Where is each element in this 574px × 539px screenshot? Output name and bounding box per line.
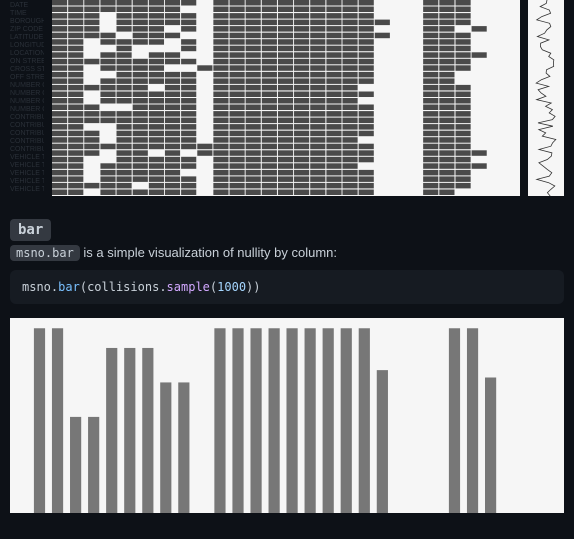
bar: [160, 382, 171, 513]
matrix-sparkline: [528, 0, 564, 196]
bar: [214, 328, 225, 513]
matrix-label: DATE: [10, 2, 44, 10]
matrix-label: CONTRIBUTING FACTOR VEHICLE 2: [10, 122, 44, 130]
bar-figure: [10, 318, 564, 513]
matrix-label: ON STREET NAME: [10, 58, 44, 66]
matrix-label: BOROUGH: [10, 18, 44, 26]
matrix-label: LONGITUDE: [10, 42, 44, 50]
matrix-label: CONTRIBUTING FACTOR VEHICLE 3: [10, 130, 44, 138]
bar: [269, 328, 280, 513]
bar: [485, 378, 496, 513]
matrix-label: VEHICLE TYPE CODE 3: [10, 170, 44, 178]
bar: [250, 328, 261, 513]
bar: [106, 348, 117, 513]
bar: [124, 348, 135, 513]
tok-dot: .: [159, 280, 166, 294]
matrix-figure: DATETIMEBOROUGHZIP CODELATITUDELONGITUDE…: [10, 0, 564, 196]
bar: [323, 328, 334, 513]
inline-code-msno-bar: msno.bar: [10, 245, 80, 261]
matrix-label: CROSS STREET NAME: [10, 66, 44, 74]
matrix-label: LOCATION: [10, 50, 44, 58]
heading-code: bar: [10, 219, 51, 241]
bar: [88, 417, 99, 513]
bar: [377, 370, 388, 513]
bar: [467, 328, 478, 513]
matrix-label: NUMBER OF PEDESTRIANS INJURED: [10, 98, 44, 106]
bar-intro-text: is a simple visualization of nullity by …: [80, 245, 337, 260]
section-heading-bar: bar: [10, 220, 564, 239]
tok-number: 1000: [217, 280, 246, 294]
bar: [142, 348, 153, 513]
bar: [34, 328, 45, 513]
tok-paren: ): [253, 280, 260, 294]
matrix-label: LATITUDE: [10, 34, 44, 42]
matrix-label: CONTRIBUTING FACTOR VEHICLE 1: [10, 114, 44, 122]
bar: [449, 328, 460, 513]
matrix-label: CONTRIBUTING FACTOR VEHICLE 4: [10, 138, 44, 146]
tok-attr: sample: [167, 280, 210, 294]
matrix-label: TIME: [10, 10, 44, 18]
bar: [341, 328, 352, 513]
matrix-label: ZIP CODE: [10, 26, 44, 34]
matrix-plot: [52, 0, 520, 196]
bar: [70, 417, 81, 513]
bar: [52, 328, 63, 513]
tok-paren: (: [80, 280, 87, 294]
matrix-label: OFF STREET NAME: [10, 74, 44, 82]
bar: [305, 328, 316, 513]
matrix-column-labels: DATETIMEBOROUGHZIP CODELATITUDELONGITUDE…: [10, 0, 44, 196]
matrix-label: VEHICLE TYPE CODE 1: [10, 154, 44, 162]
bar: [359, 328, 370, 513]
bar-plot: [10, 318, 564, 513]
matrix-label: CONTRIBUTING FACTOR VEHICLE 5: [10, 146, 44, 154]
code-block-bar[interactable]: msno.bar(collisions.sample(1000)): [10, 270, 564, 304]
matrix-label: NUMBER OF PERSONS KILLED: [10, 90, 44, 98]
tok-arg: collisions: [87, 280, 159, 294]
matrix-label: NUMBER OF PERSONS INJURED: [10, 82, 44, 90]
bar-intro-paragraph: msno.bar is a simple visualization of nu…: [10, 245, 564, 260]
bar: [178, 382, 189, 513]
tok-module: msno: [22, 280, 51, 294]
matrix-label: VEHICLE TYPE CODE 5: [10, 186, 44, 194]
matrix-label: NUMBER OF PEDESTRIANS KILLED: [10, 106, 44, 114]
tok-function: bar: [58, 280, 80, 294]
bar: [286, 328, 297, 513]
bar: [232, 328, 243, 513]
matrix-label: VEHICLE TYPE CODE 4: [10, 178, 44, 186]
matrix-label: VEHICLE TYPE CODE 2: [10, 162, 44, 170]
